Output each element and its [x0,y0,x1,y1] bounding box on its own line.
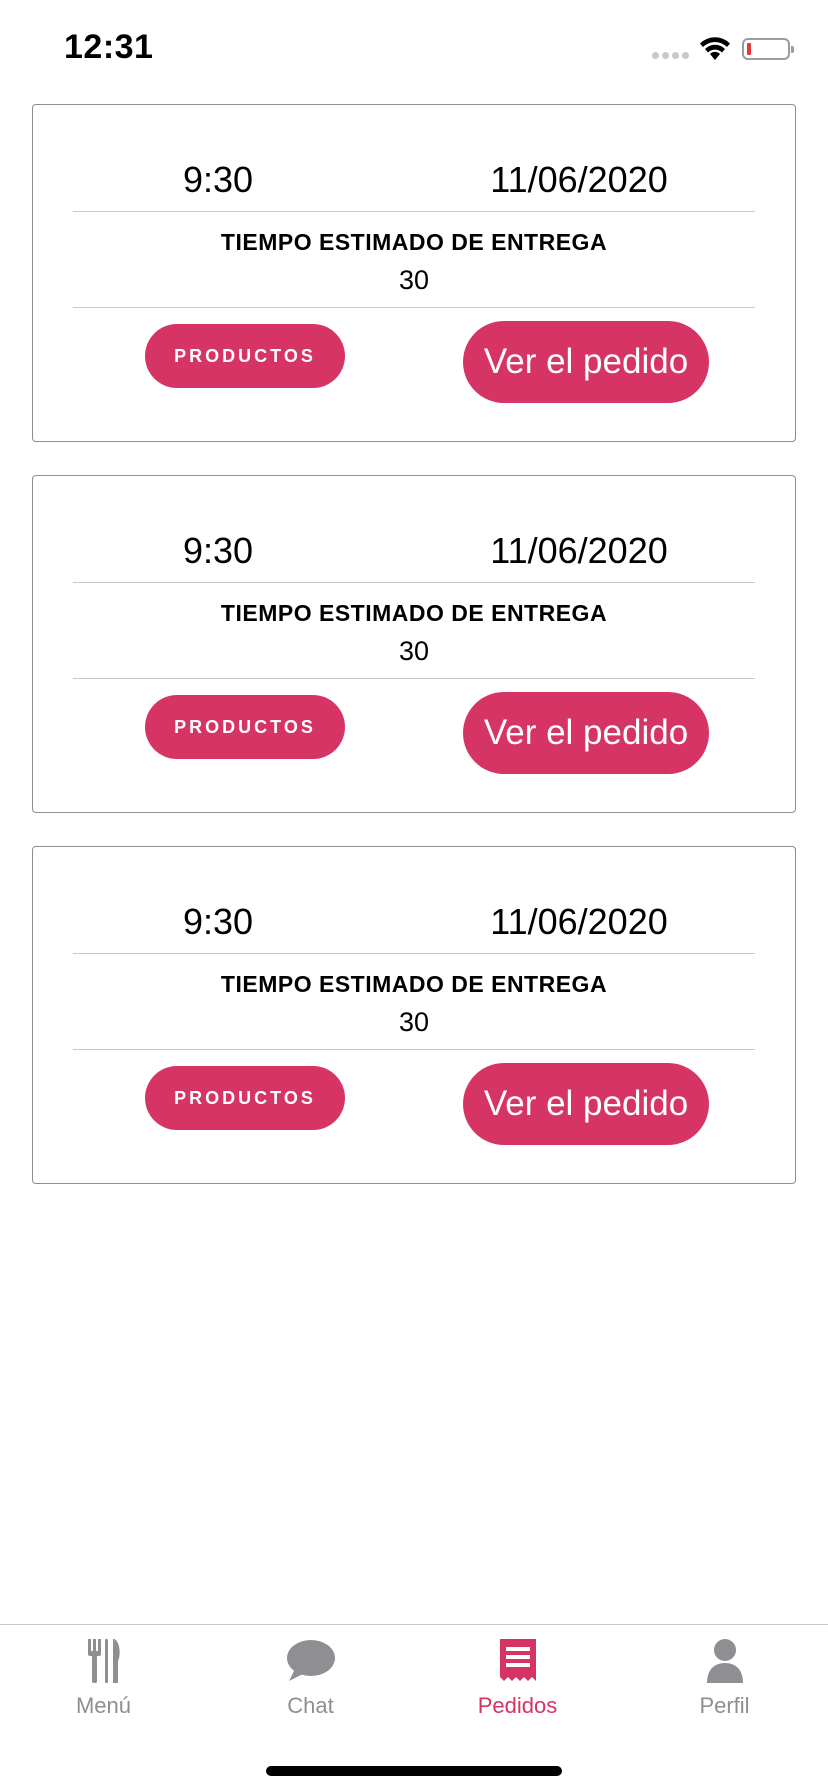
person-icon [706,1639,743,1683]
divider [73,582,755,583]
home-indicator [266,1766,562,1776]
view-order-button[interactable]: Ver el pedido [463,321,709,403]
order-date: 11/06/2020 [490,530,668,571]
chat-bubble-icon [286,1640,335,1681]
divider [73,678,755,679]
order-card: 9:30 11/06/2020 TIEMPO ESTIMADO DE ENTRE… [32,475,796,813]
cutlery-icon [87,1639,120,1683]
tab-menu[interactable]: Menú [0,1625,207,1735]
order-time: 9:30 [182,530,254,571]
products-button[interactable]: PRODUCTOS [145,1066,345,1130]
tab-menu-label: Menú [75,1693,132,1718]
order-time: 9:30 [182,159,254,200]
order-header: 9:30 11/06/2020 [73,897,755,947]
divider [73,211,755,212]
order-header: 9:30 11/06/2020 [73,526,755,576]
divider [73,307,755,308]
divider [73,953,755,954]
receipt-icon [499,1639,536,1681]
battery-icon [742,38,794,60]
orders-list: 9:30 11/06/2020 TIEMPO ESTIMADO DE ENTRE… [32,104,796,1217]
eta-value: 30 [398,1007,430,1037]
eta-label: TIEMPO ESTIMADO DE ENTREGA [220,229,608,255]
view-order-button[interactable]: Ver el pedido [463,1063,709,1145]
status-bar: 12:31 [0,0,828,100]
products-button[interactable]: PRODUCTOS [145,324,345,388]
order-card: 9:30 11/06/2020 TIEMPO ESTIMADO DE ENTRE… [32,104,796,442]
tab-chat-label: Chat [287,1693,334,1718]
order-card: 9:30 11/06/2020 TIEMPO ESTIMADO DE ENTRE… [32,846,796,1184]
order-date: 11/06/2020 [490,901,668,942]
orders-screen: 12:31 9:30 11/06/2020 TIEMPO ESTIMADO DE… [0,0,828,1792]
order-header: 9:30 11/06/2020 [73,155,755,205]
view-order-button[interactable]: Ver el pedido [463,692,709,774]
order-time: 9:30 [182,901,254,942]
tab-chat[interactable]: Chat [207,1625,414,1735]
products-button[interactable]: PRODUCTOS [145,695,345,759]
eta-value: 30 [398,636,430,666]
status-time: 12:31 [64,28,154,66]
tab-profile[interactable]: Perfil [621,1625,828,1735]
signal-icon [652,52,689,59]
wifi-icon [700,37,730,60]
eta-label: TIEMPO ESTIMADO DE ENTREGA [220,600,608,626]
order-date: 11/06/2020 [490,159,668,200]
divider [73,1049,755,1050]
eta-value: 30 [398,265,430,295]
tab-orders[interactable]: Pedidos [414,1625,621,1735]
eta-label: TIEMPO ESTIMADO DE ENTREGA [220,971,608,997]
tab-orders-label: Pedidos [477,1693,558,1718]
tab-profile-label: Perfil [699,1693,750,1718]
